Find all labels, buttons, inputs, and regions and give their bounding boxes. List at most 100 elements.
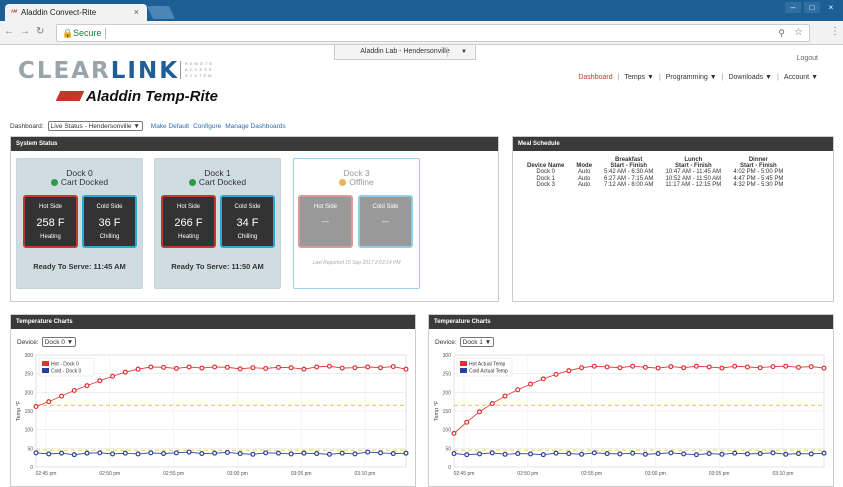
y-axis-label: Temp °F [16, 400, 22, 421]
legend-swatch [42, 368, 49, 373]
table-cell: 10:47 AM - 11:45 AM [665, 169, 722, 175]
device-select[interactable]: Dock 0 ▼ [41, 337, 77, 347]
data-point [161, 364, 167, 370]
data-point [46, 399, 52, 405]
nav-programming[interactable]: Programming ▼ [666, 74, 717, 81]
make-default-link[interactable]: Make Default [151, 123, 189, 130]
hot-side-box: Hot Side --- [298, 195, 353, 248]
dock-card[interactable]: Dock 0 Cart Docked Hot Side 258 F Heatin… [16, 158, 143, 289]
data-point [489, 450, 495, 456]
x-tick-label: 03:05 pm [291, 471, 312, 477]
data-point [770, 450, 776, 456]
browser-menu-icon[interactable]: ⋮ [830, 26, 840, 37]
hot-side-temp: --- [322, 219, 329, 226]
data-point [668, 364, 674, 370]
data-point [808, 451, 814, 457]
chart-legend: Hot - Dock 0Cold - Dock 0 [38, 357, 95, 377]
x-tick-label: 02:55 pm [581, 471, 602, 477]
data-point [365, 364, 371, 370]
table-cell: 11:17 AM - 12:15 PM [665, 182, 722, 188]
nav-account[interactable]: Account ▼ [784, 74, 818, 81]
data-point [821, 450, 827, 456]
x-tick-label: 03:10 pm [355, 471, 376, 477]
lab-selector[interactable]: Aladdin Lab - Hendersonville ▼ [334, 45, 476, 60]
nav-downloads[interactable]: Downloads ▼ [728, 74, 772, 81]
dock-status-text: Cart Docked [60, 177, 109, 187]
x-tick-label: 02:45 pm [454, 471, 475, 477]
hot-side-state: Heating [178, 234, 199, 240]
data-point [275, 450, 281, 456]
data-point [540, 452, 546, 458]
legend-swatch [460, 368, 467, 373]
data-point [275, 364, 281, 370]
secure-label: Secure [73, 28, 102, 38]
cold-side-label: Cold Side [96, 204, 123, 210]
aladdin-swoosh-icon [55, 91, 85, 101]
logo-text-link: LINK [110, 58, 180, 84]
data-point [566, 451, 572, 457]
data-point [403, 450, 409, 456]
cold-side-box: Cold Side 34 F Chilling [220, 195, 275, 248]
dock-status: Offline [294, 177, 419, 187]
cold-side-temp: 36 F [98, 217, 121, 229]
forward-icon[interactable]: → [20, 26, 30, 37]
panel-title: Temperature Charts [11, 315, 415, 329]
url-field[interactable]: 🔒 Secure ⚲ ☆ [56, 24, 810, 42]
data-point [502, 451, 508, 457]
data-point [224, 364, 230, 370]
data-point [339, 450, 345, 456]
nav-separator: | [617, 74, 620, 81]
data-point [591, 363, 597, 369]
data-point [186, 449, 192, 455]
top-navigation: Dashboard | Temps ▼ | Programming ▼ | Do… [578, 74, 818, 81]
cold-side-box: Cold Side 36 F Chilling [82, 195, 137, 248]
data-point [199, 365, 205, 371]
new-tab-button[interactable] [146, 6, 176, 19]
data-point [148, 450, 154, 456]
back-icon[interactable]: ← [4, 26, 14, 37]
y-tick-label: 200 [443, 390, 452, 396]
nav-temps[interactable]: Temps ▼ [624, 74, 654, 81]
minimize-button[interactable]: – [785, 2, 801, 13]
configure-link[interactable]: Configure [193, 123, 221, 130]
reload-icon[interactable]: ↻ [36, 26, 44, 37]
bookmark-star-icon[interactable]: ☆ [794, 27, 803, 38]
data-point [579, 365, 585, 371]
maximize-button[interactable]: □ [804, 2, 820, 13]
favicon-icon: ᴬᴹ [11, 9, 18, 16]
table-cell: 7:12 AM - 8:00 AM [604, 182, 654, 188]
data-point [502, 393, 508, 399]
nav-dashboard[interactable]: Dashboard [578, 74, 612, 81]
column-header: Breakfast Start - Finish [610, 157, 648, 169]
dock-card[interactable]: Dock 1 Cart Docked Hot Side 266 F Heatin… [154, 158, 281, 289]
nav-separator: | [721, 74, 724, 81]
zoom-icon[interactable]: ⚲ [778, 28, 785, 39]
ready-to-serve: Ready To Serve: 11:45 AM [33, 262, 126, 271]
device-select[interactable]: Dock 1 ▼ [459, 337, 495, 347]
nav-separator: | [658, 74, 661, 81]
aladdin-brand-text: Aladdin Temp-Rite [86, 88, 218, 105]
y-tick-label: 200 [25, 390, 34, 396]
y-tick-label: 0 [448, 465, 451, 471]
data-point [390, 364, 396, 370]
dock-status-text: Offline [349, 177, 374, 187]
manage-dashboards-link[interactable]: Manage Dashboards [225, 123, 285, 130]
dashboard-bar: Dashboard: Live Status - Hendersonville … [10, 121, 286, 131]
browser-tab[interactable]: ᴬᴹ Aladdin Convect-Rite × [5, 4, 147, 21]
data-point [604, 364, 610, 370]
close-window-button[interactable]: × [823, 2, 839, 13]
device-label: Device: [435, 338, 457, 346]
clearlink-logo: CLEARLINK [18, 58, 179, 84]
data-point [377, 365, 383, 371]
dock-card-offline[interactable]: Dock 3 Offline Hot Side --- Cold Side --… [293, 158, 420, 289]
lab-selector-value: Aladdin Lab - Hendersonville [360, 48, 450, 55]
logout-link[interactable]: Logout [797, 55, 818, 62]
tab-close-icon[interactable]: × [134, 7, 139, 17]
cold-side-box: Cold Side --- [358, 195, 413, 248]
data-point [314, 364, 320, 370]
tab-title: Aladdin Convect-Rite [21, 8, 97, 17]
dashboard-select[interactable]: Live Status - Hendersonville ▼ [47, 121, 143, 131]
data-point [553, 371, 559, 377]
data-point [553, 450, 559, 456]
data-point [237, 366, 243, 372]
